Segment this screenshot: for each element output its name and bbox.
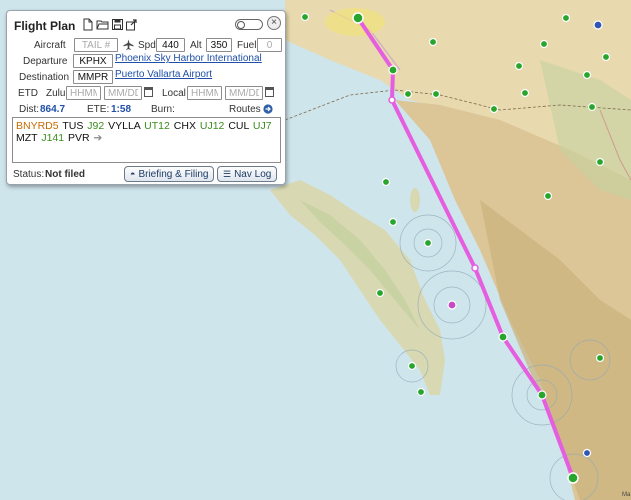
- waypoint-marker[interactable]: [388, 65, 398, 75]
- save-icon[interactable]: [111, 18, 124, 31]
- airport-marker[interactable]: [447, 300, 457, 310]
- altitude-label: Alt: [190, 40, 202, 51]
- airport-marker[interactable]: [300, 12, 310, 22]
- zulu-calendar-icon[interactable]: [144, 87, 153, 97]
- route-token: TUS: [62, 120, 84, 132]
- airport-marker[interactable]: [514, 61, 524, 71]
- map-attribution: Ma: [622, 492, 631, 498]
- airport-marker[interactable]: [489, 104, 499, 114]
- routes-arrow-icon[interactable]: [263, 104, 273, 114]
- waypoint-marker[interactable]: [471, 264, 479, 272]
- destination-airport-link[interactable]: Puerto Vallarta Airport: [115, 69, 212, 80]
- destination-input[interactable]: [73, 70, 113, 84]
- local-label: Local: [162, 88, 186, 99]
- routes-link[interactable]: Routes: [229, 104, 261, 115]
- route-token: CHX: [173, 120, 196, 132]
- speed-label: Spd: [138, 40, 156, 51]
- route-token: UT12: [144, 120, 170, 132]
- airport-marker[interactable]: [407, 361, 417, 371]
- local-calendar-icon[interactable]: [265, 87, 274, 97]
- airport-marker[interactable]: [587, 102, 597, 112]
- panel-title: Flight Plan: [14, 19, 76, 33]
- burn-label: Burn:: [151, 104, 175, 115]
- airport-marker[interactable]: [520, 88, 530, 98]
- ete-label: ETE:: [87, 104, 110, 115]
- airplane-icon: [123, 39, 134, 50]
- nav-log-button[interactable]: ☰ Nav Log: [217, 166, 278, 182]
- distance-value: 864.7: [40, 104, 66, 115]
- airport-marker[interactable]: [595, 157, 605, 167]
- aircraft-label: Aircraft: [34, 40, 66, 51]
- local-time-input[interactable]: [187, 86, 222, 100]
- route-token: PVR: [68, 132, 90, 144]
- briefing-button-label: Briefing & Filing: [138, 169, 209, 180]
- zulu-time-input[interactable]: [66, 86, 101, 100]
- route-token: BNYRD5: [16, 120, 59, 132]
- airport-marker[interactable]: [601, 52, 611, 62]
- fuel-input[interactable]: [257, 38, 282, 52]
- route-text-box[interactable]: BNYRD5 TUS J92 VYLLA UT12 CHX UJ12 CUL U…: [12, 117, 281, 163]
- altitude-input[interactable]: [206, 38, 232, 52]
- airport-marker[interactable]: [388, 217, 398, 227]
- airport-marker[interactable]: [423, 238, 433, 248]
- new-file-icon[interactable]: [81, 18, 94, 31]
- departure-input[interactable]: [73, 54, 113, 68]
- airport-marker[interactable]: [539, 39, 549, 49]
- airport-marker[interactable]: [431, 89, 441, 99]
- airport-marker[interactable]: [593, 20, 603, 30]
- status-value: Not filed: [45, 169, 85, 180]
- route-token: J141: [41, 132, 65, 144]
- route-token: CUL: [228, 120, 249, 132]
- speed-input[interactable]: [156, 38, 185, 52]
- route-arrow-icon[interactable]: ➔: [94, 132, 103, 144]
- nav-log-button-label: Nav Log: [234, 169, 272, 180]
- list-icon: ☰: [223, 169, 232, 179]
- airport-marker[interactable]: [375, 288, 385, 298]
- route-token: VYLLA: [108, 120, 141, 132]
- airport-marker[interactable]: [381, 177, 391, 187]
- departure-label: Departure: [23, 56, 68, 67]
- destination-airport-marker[interactable]: [567, 472, 579, 484]
- panel-toggle-switch[interactable]: [235, 19, 263, 30]
- close-button[interactable]: ×: [267, 16, 281, 30]
- airport-marker[interactable]: [595, 353, 605, 363]
- share-icon[interactable]: [125, 18, 138, 31]
- route-token: UJ7: [252, 120, 272, 132]
- destination-label: Destination: [19, 72, 70, 83]
- route-token: MZT: [16, 132, 38, 144]
- waypoint-marker[interactable]: [537, 390, 547, 400]
- etd-label: ETD: [18, 88, 38, 99]
- fuel-label: Fuel: [237, 40, 257, 51]
- local-date-input[interactable]: [225, 86, 263, 100]
- car-icon: ◓: [130, 169, 136, 179]
- zulu-label: Zulu: [46, 88, 66, 99]
- airport-marker[interactable]: [561, 13, 571, 23]
- airport-marker[interactable]: [428, 37, 438, 47]
- route-token: J92: [87, 120, 105, 132]
- aircraft-tail-input[interactable]: [74, 38, 118, 52]
- flight-plan-panel: Flight Plan × Aircraft Spd Alt Fuel Depa…: [6, 10, 286, 185]
- toggle-knob: [237, 20, 245, 29]
- airport-marker[interactable]: [403, 89, 413, 99]
- departure-airport-link[interactable]: Phoenix Sky Harbor International: [115, 53, 262, 64]
- route-token: UJ12: [199, 120, 225, 132]
- status-label: Status:: [13, 169, 45, 180]
- waypoint-marker[interactable]: [388, 96, 396, 104]
- ete-value: 1:58: [111, 104, 132, 115]
- airport-marker[interactable]: [543, 191, 553, 201]
- briefing-filing-button[interactable]: ◓ Briefing & Filing: [124, 166, 215, 182]
- island: [410, 188, 420, 212]
- distance-label: Dist:: [19, 104, 39, 115]
- departure-airport-marker[interactable]: [352, 12, 364, 24]
- zulu-date-input[interactable]: [104, 86, 142, 100]
- airport-marker[interactable]: [416, 387, 426, 397]
- airport-marker[interactable]: [582, 70, 592, 80]
- waypoint-marker[interactable]: [498, 332, 508, 342]
- airport-marker[interactable]: [582, 448, 592, 458]
- open-folder-icon[interactable]: [96, 18, 109, 31]
